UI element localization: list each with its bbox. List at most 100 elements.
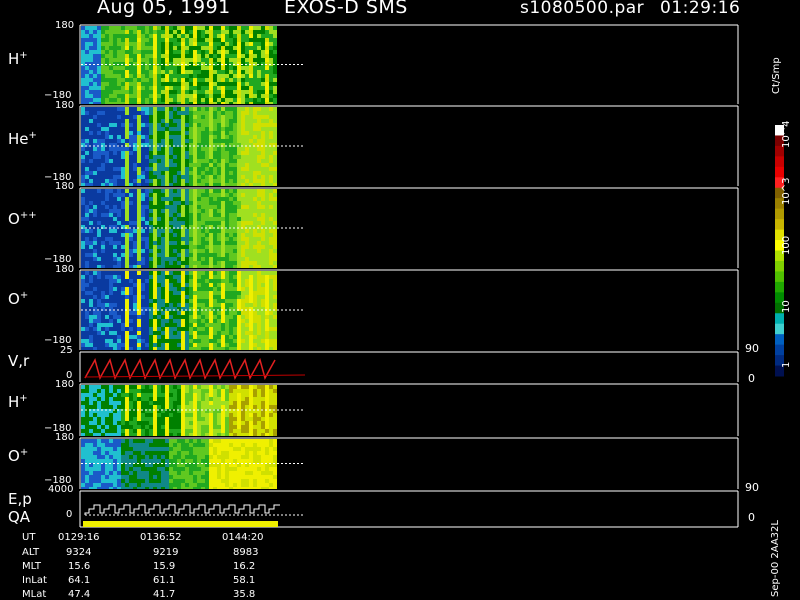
heatmap-cell	[233, 201, 237, 205]
heatmap-cell	[273, 315, 277, 319]
heatmap-cell	[117, 38, 121, 42]
heatmap-cell	[157, 74, 161, 78]
heatmap-cell	[245, 159, 249, 163]
heatmap-cell	[97, 30, 101, 34]
heatmap-cell	[269, 433, 273, 436]
heatmap-cell	[237, 209, 241, 213]
heatmap-cell	[149, 401, 153, 405]
heatmap-cell	[165, 245, 169, 249]
heatmap-cell	[193, 74, 197, 78]
heatmap-cell	[129, 30, 133, 34]
heatmap-cell	[205, 205, 209, 209]
heatmap-cell	[261, 94, 265, 98]
heatmap-cell	[149, 389, 153, 393]
heatmap-cell	[193, 139, 197, 143]
heatmap-cell	[201, 421, 205, 425]
heatmap-cell	[125, 54, 129, 58]
heatmap-cell	[129, 66, 133, 70]
heatmap-cell	[173, 70, 177, 74]
heatmap-cell	[109, 393, 113, 397]
heatmap-cell	[189, 197, 193, 201]
heatmap-cell	[117, 287, 121, 291]
heatmap-cell	[129, 299, 133, 303]
heatmap-cell	[197, 393, 201, 397]
heatmap-cell	[161, 433, 165, 436]
heatmap-cell	[85, 213, 89, 217]
heatmap-cell	[233, 127, 237, 131]
heatmap-cell	[197, 183, 201, 186]
heatmap-cell	[177, 479, 181, 483]
heatmap-cell	[93, 46, 97, 50]
heatmap-cell	[105, 90, 109, 94]
heatmap-cell	[177, 245, 181, 249]
heatmap-cell	[181, 237, 185, 241]
heatmap-cell	[265, 38, 269, 42]
heatmap-cell	[169, 30, 173, 34]
heatmap-cell	[265, 151, 269, 155]
heatmap-cell	[161, 459, 165, 463]
heatmap-cell	[121, 209, 125, 213]
heatmap-cell	[265, 123, 269, 127]
heatmap-cell	[189, 475, 193, 479]
heatmap-cell	[225, 217, 229, 221]
heatmap-cell	[237, 70, 241, 74]
heatmap-cell	[261, 127, 265, 131]
heatmap-cell	[105, 295, 109, 299]
heatmap-cell	[221, 86, 225, 90]
heatmap-cell	[225, 421, 229, 425]
heatmap-cell	[225, 54, 229, 58]
heatmap-cell	[101, 397, 105, 401]
heatmap-cell	[85, 139, 89, 143]
heatmap-cell	[173, 479, 177, 483]
heatmap-cell	[273, 115, 277, 119]
heatmap-cell	[261, 70, 265, 74]
heatmap-cell	[157, 479, 161, 483]
heatmap-cell	[245, 135, 249, 139]
heatmap-cell	[253, 311, 257, 315]
heatmap-cell	[165, 483, 169, 487]
heatmap-cell	[201, 475, 205, 479]
heatmap-cell	[89, 102, 93, 104]
heatmap-cell	[193, 175, 197, 179]
heatmap-cell	[169, 401, 173, 405]
heatmap-cell	[165, 90, 169, 94]
heatmap-cell	[149, 429, 153, 433]
heatmap-cell	[261, 311, 265, 315]
heatmap-cell	[149, 213, 153, 217]
heatmap-cell	[185, 467, 189, 471]
heatmap-cell	[85, 42, 89, 46]
heatmap-cell	[257, 30, 261, 34]
heatmap-cell	[193, 451, 197, 455]
heatmap-cell	[249, 30, 253, 34]
heatmap-cell	[233, 271, 237, 275]
heatmap-cell	[185, 213, 189, 217]
heatmap-cell	[165, 78, 169, 82]
heatmap-cell	[173, 155, 177, 159]
heatmap-cell	[153, 451, 157, 455]
heatmap-cell	[109, 401, 113, 405]
heatmap-cell	[81, 193, 85, 197]
heatmap-cell	[113, 179, 117, 183]
heatmap-cell	[121, 50, 125, 54]
heatmap-cell	[85, 455, 89, 459]
heatmap-cell	[157, 315, 161, 319]
heatmap-cell	[137, 467, 141, 471]
heatmap-cell	[189, 327, 193, 331]
heatmap-cell	[121, 291, 125, 295]
heatmap-cell	[165, 389, 169, 393]
heatmap-cell	[217, 315, 221, 319]
heatmap-cell	[125, 279, 129, 283]
heatmap-cell	[225, 213, 229, 217]
heatmap-cell	[197, 74, 201, 78]
heatmap-cell	[185, 479, 189, 483]
heatmap-cell	[261, 135, 265, 139]
heatmap-cell	[245, 389, 249, 393]
heatmap-cell	[233, 205, 237, 209]
heatmap-cell	[193, 425, 197, 429]
heatmap-cell	[193, 401, 197, 405]
heatmap-cell	[109, 233, 113, 237]
heatmap-cell	[125, 74, 129, 78]
heatmap-cell	[125, 303, 129, 307]
heatmap-cell	[93, 421, 97, 425]
heatmap-cell	[189, 413, 193, 417]
